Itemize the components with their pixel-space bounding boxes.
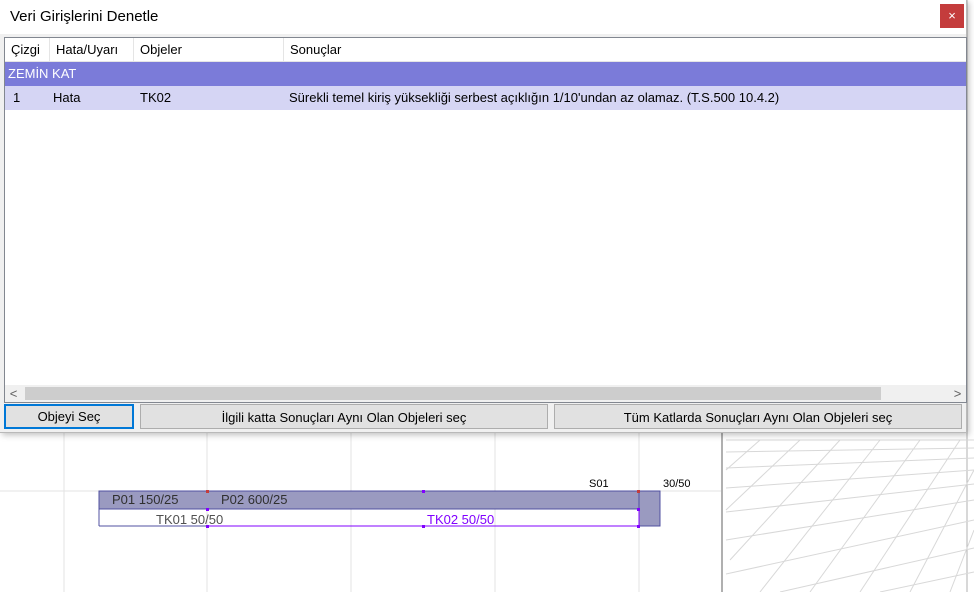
grid-lines [0,430,722,592]
horizontal-scrollbar[interactable]: < > [5,385,966,402]
column-header-results[interactable]: Sonuçlar [284,38,966,61]
cell-type: Hata [53,90,81,105]
group-label: ZEMİN KAT [8,66,77,81]
column-header-type[interactable]: Hata/Uyarı [50,38,134,61]
label-p02: P02 600/25 [221,492,288,507]
cell-result: Sürekli temel kiriş yüksekliği serbest a… [289,90,780,105]
column-header-line[interactable]: Çizgi [5,38,50,61]
foundation-strip-p[interactable] [98,490,640,510]
label-tk01: TK01 50/50 [156,512,223,527]
cell-line: 1 [13,90,21,105]
scroll-left-icon[interactable]: < [5,385,22,402]
node-marker [637,508,640,511]
select-same-floor-button[interactable]: İlgili katta Sonuçları Aynı Olan Objeler… [140,404,548,429]
column-header-objects[interactable]: Objeler [134,38,284,61]
table-row[interactable]: 1 Hata TK02 Sürekli temel kiriş yüksekli… [5,86,966,110]
scroll-right-icon[interactable]: > [949,385,966,402]
scrollbar-thumb[interactable] [25,387,881,400]
close-icon: × [948,8,956,23]
node-marker [637,525,640,528]
label-tk02: TK02 50/50 [427,512,494,527]
cell-object: TK02 [140,90,172,105]
check-inputs-dialog: Veri Girişlerini Denetle × Çizgi Hata/Uy… [0,0,967,433]
perspective-grid [725,439,974,592]
column-s01[interactable] [638,490,661,527]
list-header: Çizgi Hata/Uyarı Objeler Sonuçlar [5,38,966,62]
select-object-button[interactable]: Objeyi Seç [4,404,134,429]
dialog-titlebar[interactable]: Veri Girişlerini Denetle × [0,0,966,34]
label-p01: P01 150/25 [112,492,179,507]
node-marker [206,490,209,493]
dialog-title: Veri Girişlerini Denetle [10,8,159,25]
close-button[interactable]: × [940,4,964,28]
results-listview[interactable]: Çizgi Hata/Uyarı Objeler Sonuçlar ZEMİN … [4,37,967,403]
node-marker [206,508,209,511]
select-all-floors-button[interactable]: Tüm Katlarda Sonuçları Aynı Olan Objeler… [554,404,962,429]
group-header-row[interactable]: ZEMİN KAT [5,62,966,86]
label-s01-size: 30/50 [663,478,691,490]
label-s01: S01 [589,478,609,490]
node-marker [422,490,425,493]
node-marker [637,490,640,493]
node-marker [422,525,425,528]
